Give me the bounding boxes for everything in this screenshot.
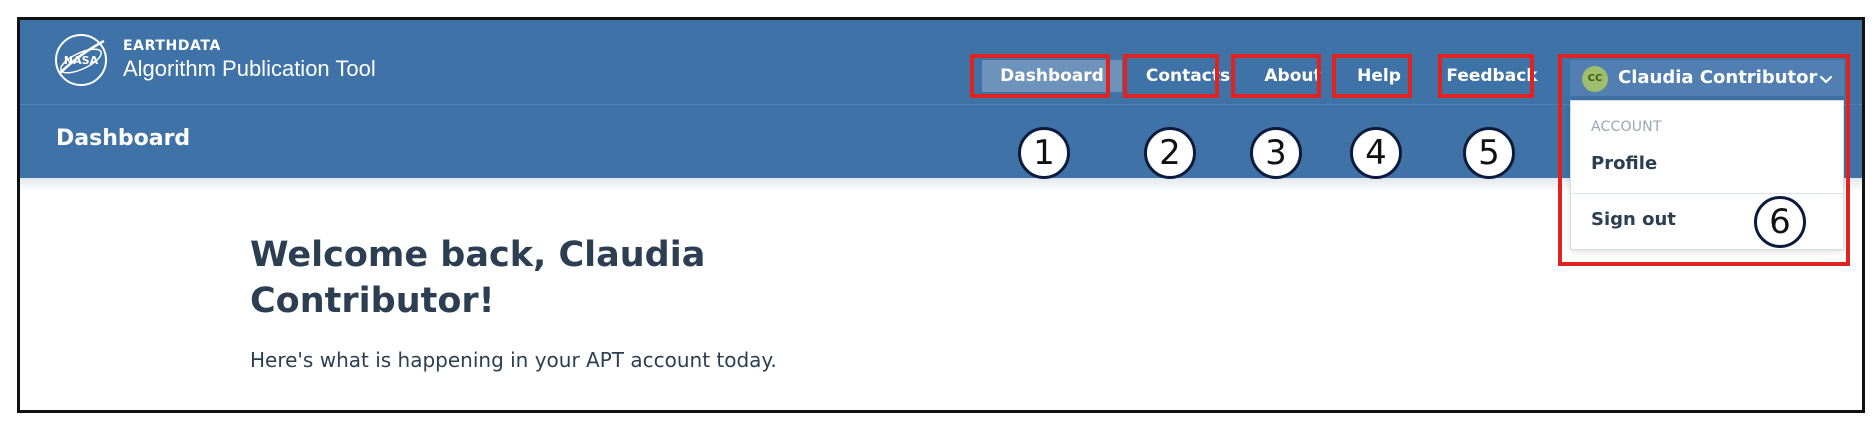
annotation-number-1: 1 (1018, 127, 1070, 179)
annotation-box-feedback (1438, 54, 1534, 98)
welcome-title: Welcome back, Claudia Contributor! (250, 235, 706, 321)
annotation-number-3: 3 (1250, 127, 1302, 179)
annotation-number-5: 5 (1463, 127, 1515, 179)
logo-text: NASA (64, 54, 99, 67)
app-frame: NASA EARTHDATA Algorithm Publication Too… (17, 17, 1865, 413)
annotation-number-6: 6 (1754, 196, 1806, 248)
brand-app-name[interactable]: Algorithm Publication Tool (123, 56, 376, 82)
annotation-box-user-menu (1558, 54, 1850, 266)
annotation-box-about (1231, 54, 1321, 98)
brand-earthdata: EARTHDATA (123, 38, 221, 54)
annotation-number-2: 2 (1144, 127, 1196, 179)
nasa-logo-icon[interactable]: NASA (54, 33, 108, 87)
welcome-subtitle: Here's what is happening in your APT acc… (250, 348, 777, 372)
annotation-box-help (1332, 54, 1412, 98)
annotation-box-contacts (1123, 54, 1219, 98)
annotation-box-dashboard (970, 54, 1110, 98)
page-title: Dashboard (56, 126, 191, 151)
annotation-number-4: 4 (1350, 127, 1402, 179)
